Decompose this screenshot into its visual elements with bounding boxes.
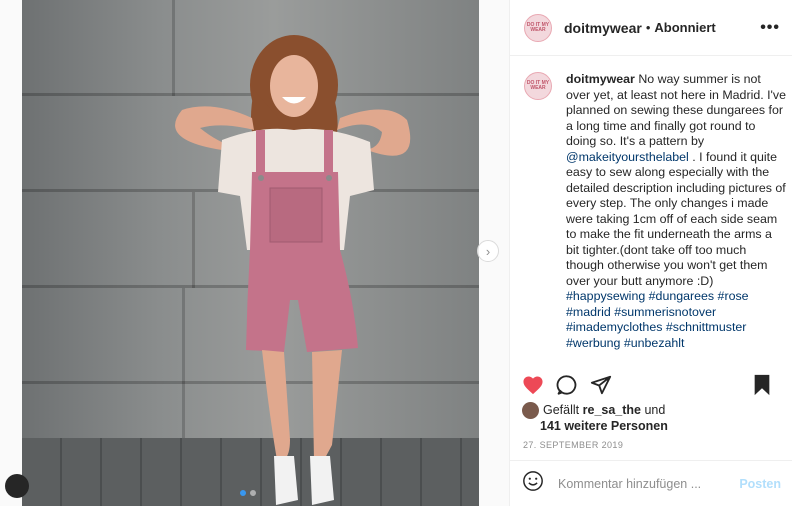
carousel-dot-active	[240, 490, 246, 496]
post-comment-button[interactable]: Posten	[739, 477, 781, 491]
caption-text: doitmywear No way summer is not over yet…	[566, 72, 786, 351]
likes-prefix: Gefällt	[543, 402, 580, 417]
action-bar	[522, 372, 784, 398]
likes-count-link[interactable]: 141 weitere Personen	[540, 419, 668, 433]
smiley-icon[interactable]	[522, 470, 544, 497]
liker-avatar[interactable]	[522, 402, 539, 419]
likes-mid: und	[644, 402, 666, 417]
avatar[interactable]: DO IT MY WEAR	[524, 13, 552, 42]
person-in-dungarees	[175, 35, 411, 505]
header-separator: •	[645, 20, 651, 35]
comment-input[interactable]: Kommentar hinzufügen ...	[558, 477, 739, 491]
carousel-dot	[250, 490, 256, 496]
more-options-icon[interactable]: •••	[760, 19, 780, 37]
caption: DO IT MY WEAR doitmywear No way summer i…	[524, 72, 786, 351]
post-photo[interactable]	[22, 0, 479, 506]
liker-username[interactable]: re_sa_the	[583, 403, 641, 419]
profile-icon[interactable]	[5, 474, 29, 498]
avatar[interactable]: DO IT MY WEAR	[524, 72, 552, 100]
paper-plane-icon[interactable]	[590, 374, 612, 396]
caption-body-2: . I found it quite easy to sew along esp…	[566, 149, 786, 288]
bookmark-icon[interactable]	[752, 374, 772, 396]
caption-hashtags[interactable]: #happysewing #dungarees #rose #madrid #s…	[566, 289, 749, 350]
heart-filled-icon[interactable]	[522, 375, 544, 395]
comment-icon[interactable]	[556, 374, 578, 396]
carousel-indicator	[240, 490, 256, 496]
caption-mention-link[interactable]: @makeityoursthelabel	[566, 150, 689, 164]
post-header: DO IT MY WEAR doitmywear • Abonniert •••	[510, 0, 792, 56]
likes-summary: Gefällt re_sa_the und 141 weitere Person…	[522, 402, 668, 435]
post-date[interactable]: 27. SEPTEMBER 2019	[523, 440, 623, 450]
follow-status-button[interactable]: Abonniert	[654, 20, 715, 35]
chevron-right-icon[interactable]: ›	[477, 240, 499, 262]
header-username[interactable]: doitmywear	[564, 20, 642, 36]
post-sidebar: DO IT MY WEAR doitmywear • Abonniert •••…	[509, 0, 792, 506]
comment-box: Kommentar hinzufügen ... Posten	[510, 460, 792, 506]
caption-username[interactable]: doitmywear	[566, 72, 635, 86]
